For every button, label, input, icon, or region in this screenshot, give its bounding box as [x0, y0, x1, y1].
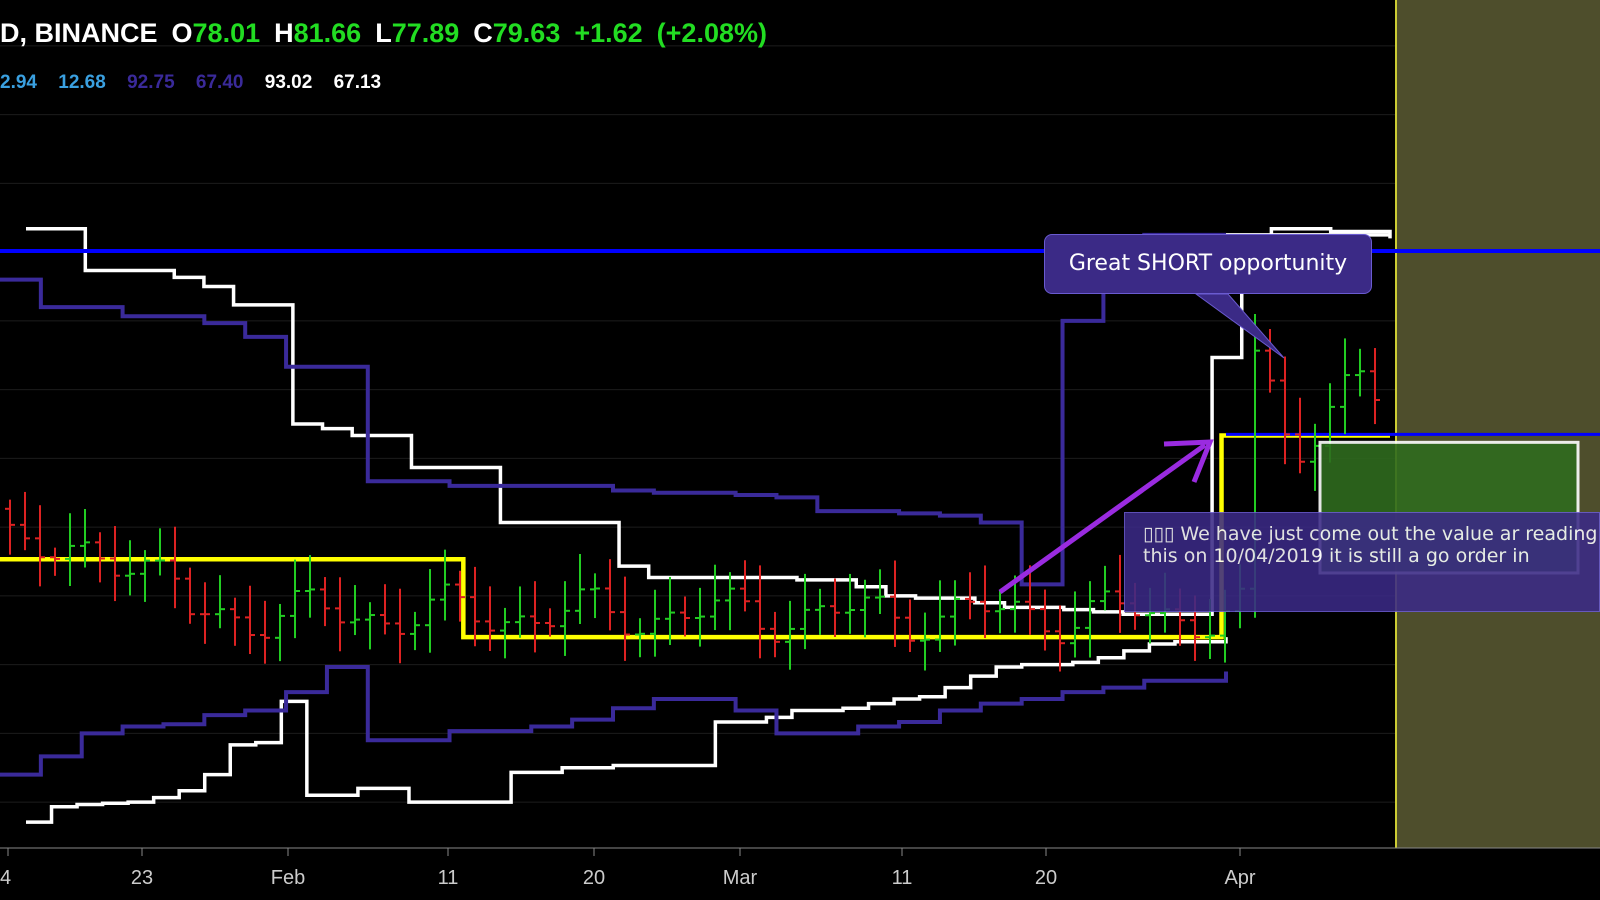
candle — [65, 513, 75, 586]
candle — [680, 596, 690, 637]
indicator-value-3: 92.75 — [127, 72, 175, 93]
candle — [125, 540, 135, 596]
upper-inner-band — [0, 232, 1226, 587]
open-label: O — [171, 18, 193, 48]
candle — [155, 528, 165, 576]
indicator-value-4: 67.40 — [195, 72, 244, 93]
low-value: 77.89 — [391, 18, 460, 48]
candle — [755, 565, 765, 659]
candle — [395, 588, 405, 664]
candle — [890, 560, 900, 647]
candle — [305, 555, 315, 618]
value-area-callout[interactable]: ▯▯▯ We have just come out the value ar r… — [1124, 512, 1600, 612]
price-chart[interactable]: 4 23 Feb 11 20 Mar 11 20 Apr — [0, 0, 1600, 900]
x-tick-label: 4 — [0, 867, 11, 889]
candle — [20, 491, 30, 551]
short-opportunity-callout[interactable]: Great SHORT opportunity — [1044, 234, 1372, 294]
candle — [35, 505, 45, 587]
candle — [110, 526, 120, 602]
indicator-values: 2.94 12.68 92.75 67.40 93.02 67.13 — [0, 72, 397, 94]
candle — [260, 600, 270, 664]
candle — [605, 559, 615, 631]
candle — [710, 564, 720, 631]
x-tick-label: 20 — [583, 867, 605, 889]
candle — [935, 580, 945, 652]
lower-inner-band — [0, 664, 1228, 777]
candle — [50, 547, 60, 576]
candle — [380, 584, 390, 635]
x-axis: 4 23 Feb 11 20 Mar 11 20 Apr — [0, 848, 1256, 889]
candle — [545, 608, 555, 637]
candle — [200, 582, 210, 644]
indicator-value-2: 12.68 — [58, 72, 106, 93]
x-tick-label: 20 — [1035, 867, 1057, 889]
indicator-value-1: 2.94 — [0, 72, 37, 93]
forecast-zone — [1396, 0, 1600, 848]
x-tick-label: 11 — [438, 867, 459, 889]
candle — [875, 569, 885, 614]
candle — [830, 578, 840, 637]
close-value: 79.63 — [492, 18, 561, 48]
candle — [725, 572, 735, 631]
high-value: 81.66 — [293, 18, 362, 48]
candle — [275, 603, 285, 662]
low-label: L — [375, 18, 392, 48]
candle — [1040, 589, 1050, 651]
candle — [425, 569, 435, 653]
candle — [515, 586, 525, 638]
candle — [215, 575, 225, 629]
x-tick-label: 11 — [892, 867, 913, 889]
change-value: +1.62 — [574, 18, 643, 48]
candle — [290, 559, 300, 639]
candle — [845, 573, 855, 634]
candle — [335, 577, 345, 652]
candle — [1070, 591, 1080, 658]
candle — [575, 554, 585, 625]
candle — [740, 560, 750, 612]
change-pct-value: (+2.08%) — [656, 18, 767, 48]
high-label: H — [274, 18, 294, 48]
candle — [350, 585, 360, 636]
candle — [620, 576, 630, 661]
candle — [1340, 338, 1350, 435]
chart-grid — [0, 45, 1396, 803]
candle — [650, 589, 660, 657]
candle — [530, 581, 540, 653]
value-callout-text: ▯▯▯ We have just come out the value ar r… — [1143, 523, 1598, 567]
x-tick-label: 23 — [131, 867, 153, 889]
ohlc-header: D, BINANCE O78.01 H81.66 L77.89 C79.63 +1.62 (… — [0, 18, 781, 49]
candle — [905, 599, 915, 652]
candle — [770, 611, 780, 658]
candle — [665, 576, 675, 646]
x-tick-label: Feb — [271, 867, 305, 889]
candle — [320, 577, 330, 627]
x-tick-label: Apr — [1224, 867, 1255, 889]
candle — [230, 597, 240, 646]
short-callout-text: Great SHORT opportunity — [1068, 251, 1348, 276]
candle — [1100, 565, 1110, 611]
candle — [410, 611, 420, 651]
candle — [470, 566, 480, 647]
candle — [995, 590, 1005, 634]
candle — [500, 607, 510, 659]
open-value: 78.01 — [192, 18, 261, 48]
candle — [1280, 356, 1290, 465]
candle — [920, 612, 930, 671]
symbol-label: D, BINANCE — [0, 18, 158, 48]
close-label: C — [473, 18, 493, 48]
candle — [1085, 581, 1095, 658]
candle — [365, 602, 375, 650]
indicator-value-6: 67.13 — [333, 72, 382, 93]
candle — [560, 581, 570, 656]
x-tick-label: Mar — [723, 867, 758, 889]
candle — [1370, 348, 1380, 425]
indicator-value-5: 93.02 — [264, 72, 313, 93]
